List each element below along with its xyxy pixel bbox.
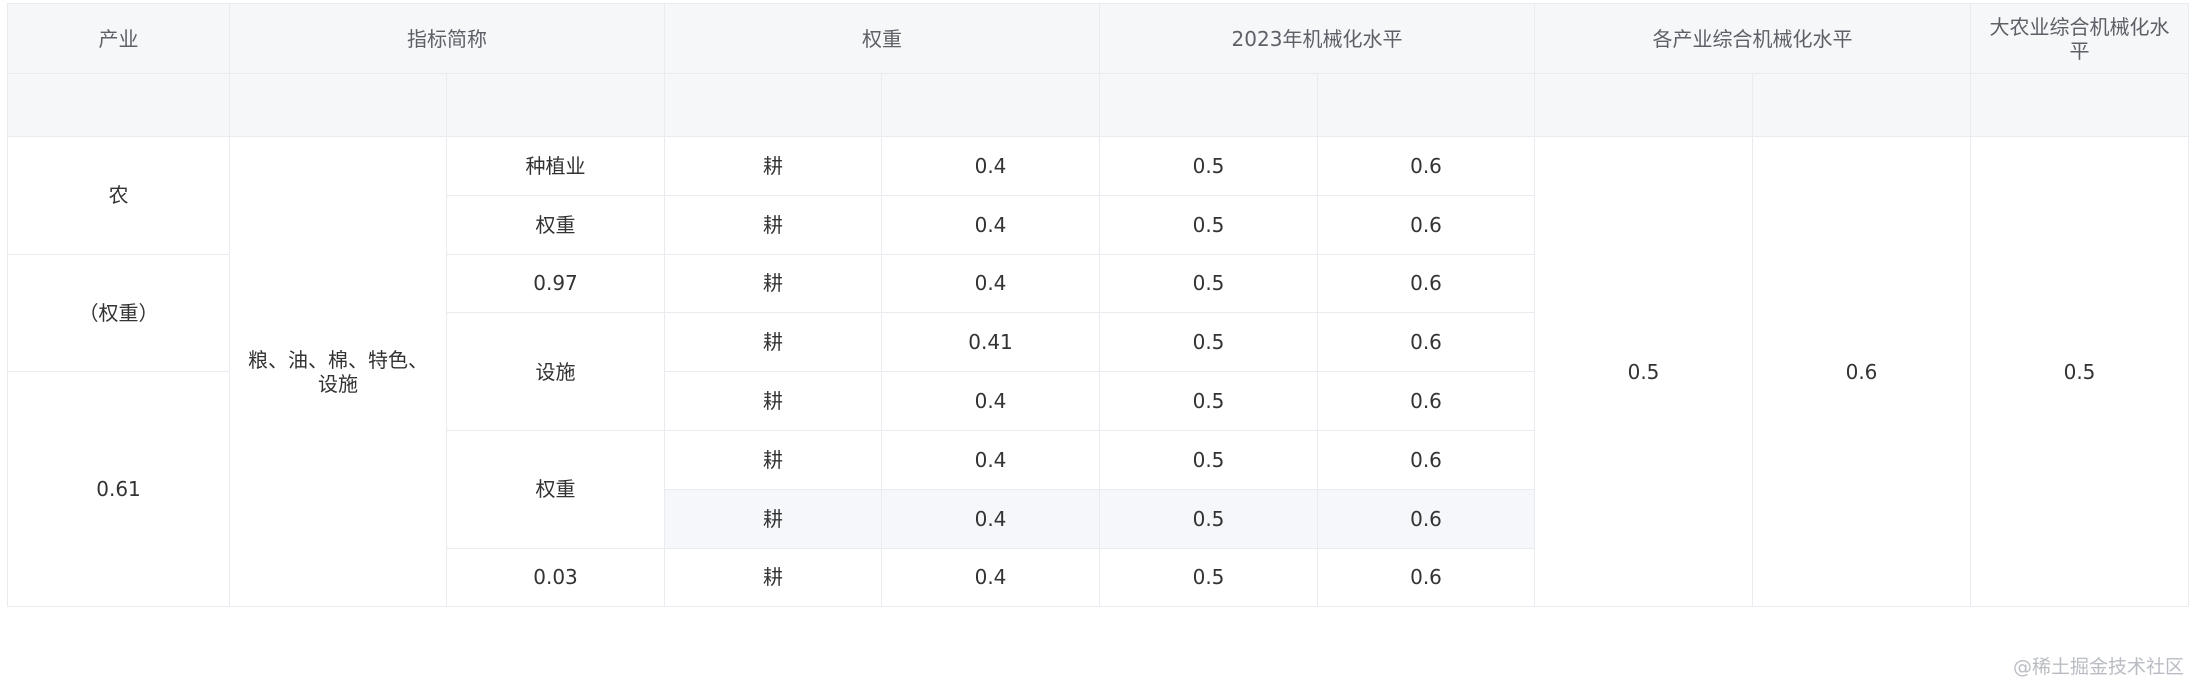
level-b-cell: 0.6 xyxy=(1317,429,1535,490)
category-cell: 设施 xyxy=(446,312,665,431)
level-b-cell: 0.6 xyxy=(1317,371,1535,431)
subheader-cell xyxy=(1099,73,1318,137)
industry-name-cell: 农 xyxy=(7,136,230,255)
subheader-cell xyxy=(7,73,230,137)
industry-weight-label-cell: （权重） xyxy=(7,253,230,373)
stage-cell: 耕 xyxy=(664,429,882,490)
category-cell: 种植业 xyxy=(446,136,665,196)
industry-level-b-cell: 0.6 xyxy=(1752,135,1971,608)
category-cell: 0.03 xyxy=(446,547,665,608)
weight-cell: 0.4 xyxy=(881,371,1100,431)
stage-cell: 耕 xyxy=(664,194,882,255)
level-a-cell: 0.5 xyxy=(1099,429,1318,490)
indicator-name-cell: 粮、油、棉、特色、设施 xyxy=(229,135,447,608)
weight-cell: 0.4 xyxy=(881,429,1100,490)
subheader-cell xyxy=(1317,73,1535,137)
overall-level-cell: 0.5 xyxy=(1970,135,2189,608)
stage-cell: 耕 xyxy=(664,253,882,314)
weight-cell: 0.4 xyxy=(881,547,1100,608)
weight-cell: 0.4 xyxy=(881,194,1100,255)
watermark: @稀土掘金技术社区 xyxy=(2012,656,2184,678)
weight-cell: 0.4 xyxy=(881,488,1100,549)
industry-weight-value-cell: 0.61 xyxy=(7,371,230,608)
header-level-2023: 2023年机械化水平 xyxy=(1099,3,1535,74)
subheader-cell xyxy=(229,73,447,137)
subheader-cell xyxy=(1752,73,1971,137)
level-a-cell: 0.5 xyxy=(1099,547,1318,608)
level-a-cell: 0.5 xyxy=(1099,488,1318,549)
stage-cell: 耕 xyxy=(664,488,882,549)
subheader-cell xyxy=(664,73,882,137)
header-indicator: 指标简称 xyxy=(229,3,665,74)
level-b-cell: 0.6 xyxy=(1317,194,1535,255)
header-overall-level: 大农业综合机械化水平 xyxy=(1970,3,2189,74)
level-b-cell: 0.6 xyxy=(1317,312,1535,373)
industry-level-a-cell: 0.5 xyxy=(1534,135,1753,608)
level-b-cell: 0.6 xyxy=(1317,547,1535,608)
page: 产业 指标简称 权重 2023年机械化水平 各产业综合机械化水平 大农业综合机械… xyxy=(0,0,2196,684)
level-a-cell: 0.5 xyxy=(1099,312,1318,373)
category-cell: 0.97 xyxy=(446,253,665,314)
table-row: 农 粮、油、棉、特色、设施 种植业 耕 0.4 0.5 0.6 0.5 0.6 … xyxy=(7,135,2189,608)
category-cell: 权重 xyxy=(446,194,665,255)
level-b-cell: 0.6 xyxy=(1317,488,1535,549)
header-industry-level: 各产业综合机械化水平 xyxy=(1534,3,1971,74)
header-weight: 权重 xyxy=(664,3,1100,74)
weight-cell: 0.4 xyxy=(881,253,1100,314)
stage-cell: 耕 xyxy=(664,312,882,373)
level-a-cell: 0.5 xyxy=(1099,136,1318,196)
level-b-cell: 0.6 xyxy=(1317,253,1535,314)
subheader-cell xyxy=(1534,73,1753,137)
header-row: 产业 指标简称 权重 2023年机械化水平 各产业综合机械化水平 大农业综合机械… xyxy=(7,3,2189,74)
stage-cell: 耕 xyxy=(664,136,882,196)
subheader-row xyxy=(7,73,2189,137)
subheader-cell xyxy=(1970,73,2189,137)
weight-cell: 0.41 xyxy=(881,312,1100,373)
header-industry: 产业 xyxy=(7,3,230,74)
subheader-cell xyxy=(881,73,1100,137)
mechanization-table: 产业 指标简称 权重 2023年机械化水平 各产业综合机械化水平 大农业综合机械… xyxy=(7,3,2189,608)
level-a-cell: 0.5 xyxy=(1099,253,1318,314)
level-a-cell: 0.5 xyxy=(1099,371,1318,431)
level-a-cell: 0.5 xyxy=(1099,194,1318,255)
weight-cell: 0.4 xyxy=(881,136,1100,196)
category-cell: 权重 xyxy=(446,429,665,549)
stage-cell: 耕 xyxy=(664,547,882,608)
subheader-cell xyxy=(446,73,665,137)
level-b-cell: 0.6 xyxy=(1317,136,1535,196)
stage-cell: 耕 xyxy=(664,371,882,431)
